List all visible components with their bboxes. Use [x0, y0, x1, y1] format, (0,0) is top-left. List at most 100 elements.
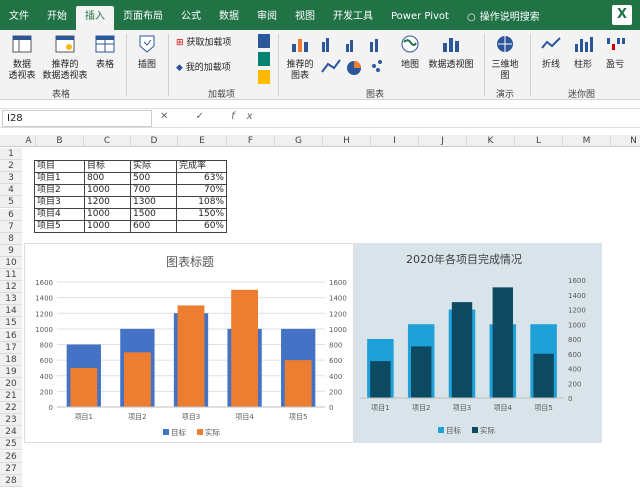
- table-cell[interactable]: 700: [130, 184, 177, 197]
- row-header[interactable]: 8: [0, 232, 22, 245]
- row-header[interactable]: 6: [0, 208, 22, 221]
- column-header[interactable]: F: [227, 135, 275, 147]
- row-header[interactable]: 16: [0, 329, 22, 342]
- function-icon[interactable]: ✕ ✓ fx: [160, 111, 265, 122]
- table-cell[interactable]: 项目3: [34, 196, 85, 209]
- chart-1[interactable]: 图表标题 0 0 200 200 400 400 600 600 800 800 1000 1000 12…: [24, 243, 354, 443]
- tab-insert[interactable]: 插入: [76, 6, 114, 30]
- row-header[interactable]: 4: [0, 184, 22, 197]
- table-cell[interactable]: 70%: [176, 184, 227, 197]
- row-header[interactable]: 20: [0, 377, 22, 390]
- row-header[interactable]: 12: [0, 281, 22, 294]
- table-cell[interactable]: 1200: [84, 196, 131, 209]
- row-header[interactable]: 22: [0, 402, 22, 415]
- worksheet[interactable]: ABCDEFGHIJKLMN 1 2 3 4 5 6 7 8 9 10 11 12 13 14 15 16 17…: [0, 135, 640, 493]
- table-cell[interactable]: 项目4: [34, 208, 85, 221]
- row-header[interactable]: 18: [0, 353, 22, 366]
- table-cell[interactable]: 500: [130, 172, 177, 185]
- illustrations-button[interactable]: 插图: [132, 34, 162, 71]
- sparkline-winloss-button[interactable]: 盈亏: [600, 34, 630, 71]
- row-header[interactable]: 2: [0, 160, 22, 173]
- column-header[interactable]: N: [611, 135, 640, 147]
- chart-type-gallery[interactable]: [320, 36, 392, 82]
- table-cell[interactable]: 1300: [130, 196, 177, 209]
- column-header[interactable]: J: [419, 135, 467, 147]
- row-header[interactable]: 26: [0, 450, 22, 463]
- tell-me-search[interactable]: ○ 操作说明搜索: [458, 6, 549, 30]
- column-header[interactable]: M: [563, 135, 611, 147]
- row-header[interactable]: 13: [0, 293, 22, 306]
- tab-data[interactable]: 数据: [210, 6, 248, 30]
- tab-formulas[interactable]: 公式: [172, 6, 210, 30]
- tab-home[interactable]: 开始: [38, 6, 76, 30]
- column-header[interactable]: L: [515, 135, 563, 147]
- row-header[interactable]: 3: [0, 172, 22, 185]
- tab-file[interactable]: 文件: [0, 6, 38, 30]
- row-header[interactable]: 23: [0, 414, 22, 427]
- row-header[interactable]: 1: [0, 148, 22, 160]
- row-header[interactable]: 9: [0, 244, 22, 257]
- table-header-cell[interactable]: 项目: [34, 160, 85, 173]
- table-header-cell[interactable]: 目标: [84, 160, 131, 173]
- x-tick-label: 项目2: [128, 413, 146, 421]
- row-header[interactable]: 7: [0, 220, 22, 233]
- column-header[interactable]: D: [131, 135, 178, 147]
- get-addins-button[interactable]: ⊞ 获取加载项: [176, 38, 256, 49]
- tab-developer[interactable]: 开发工具: [324, 6, 382, 30]
- table-cell[interactable]: 项目1: [34, 172, 85, 185]
- sparkline-column-button[interactable]: 柱形: [568, 34, 598, 71]
- column-header[interactable]: E: [178, 135, 227, 147]
- bing-icon[interactable]: [258, 52, 270, 66]
- row-header[interactable]: 11: [0, 269, 22, 281]
- tab-power-pivot[interactable]: Power Pivot: [382, 6, 458, 30]
- tab-view[interactable]: 视图: [286, 6, 324, 30]
- table-cell[interactable]: 1000: [84, 208, 131, 221]
- 3d-map-button[interactable]: 三维地图: [488, 34, 522, 82]
- pivot-table-button[interactable]: 数据 透视表: [4, 34, 40, 82]
- my-addins-button[interactable]: ◆ 我的加载项: [176, 63, 256, 74]
- row-header[interactable]: 25: [0, 438, 22, 451]
- column-header[interactable]: A: [22, 135, 36, 147]
- table-cell[interactable]: 150%: [176, 208, 227, 221]
- pivot-chart-button[interactable]: 数据透视图: [426, 34, 476, 71]
- people-graph-icon[interactable]: [258, 70, 270, 84]
- row-header[interactable]: 24: [0, 426, 22, 439]
- column-header[interactable]: H: [323, 135, 371, 147]
- column-header[interactable]: G: [275, 135, 323, 147]
- tab-page-layout[interactable]: 页面布局: [114, 6, 172, 30]
- map-chart-button[interactable]: 地图: [396, 34, 424, 71]
- row-header[interactable]: 5: [0, 196, 22, 209]
- table-button[interactable]: 表格: [90, 34, 120, 71]
- row-header[interactable]: 28: [0, 474, 22, 487]
- row-header[interactable]: 10: [0, 256, 22, 269]
- table-cell[interactable]: 60%: [176, 220, 227, 233]
- table-cell[interactable]: 1000: [84, 220, 131, 233]
- row-header[interactable]: 27: [0, 462, 22, 475]
- chart-2[interactable]: 2020年各项目完成情况 0 200 400 600 800 1000 1200 1400 160…: [354, 243, 602, 443]
- table-cell[interactable]: 1000: [84, 184, 131, 197]
- name-box[interactable]: I28: [2, 110, 152, 127]
- table-cell[interactable]: 项目5: [34, 220, 85, 233]
- visio-icon[interactable]: [258, 34, 270, 48]
- recommended-charts-button[interactable]: 推荐的 图表: [282, 34, 318, 82]
- table-cell[interactable]: 1500: [130, 208, 177, 221]
- table-header-cell[interactable]: 完成率: [176, 160, 227, 173]
- column-header[interactable]: C: [84, 135, 131, 147]
- table-cell[interactable]: 600: [130, 220, 177, 233]
- table-cell[interactable]: 108%: [176, 196, 227, 209]
- row-header[interactable]: 17: [0, 341, 22, 354]
- row-header[interactable]: 14: [0, 305, 22, 318]
- column-header[interactable]: I: [371, 135, 419, 147]
- table-cell[interactable]: 63%: [176, 172, 227, 185]
- column-header[interactable]: B: [36, 135, 84, 147]
- recommended-pivot-button[interactable]: 推荐的 数据透视表: [40, 34, 90, 82]
- row-header[interactable]: 21: [0, 390, 22, 402]
- table-header-cell[interactable]: 实际: [130, 160, 177, 173]
- tab-review[interactable]: 审阅: [248, 6, 286, 30]
- row-header[interactable]: 15: [0, 317, 22, 330]
- table-cell[interactable]: 项目2: [34, 184, 85, 197]
- column-header[interactable]: K: [467, 135, 515, 147]
- table-cell[interactable]: 800: [84, 172, 131, 185]
- sparkline-line-button[interactable]: 折线: [536, 34, 566, 71]
- row-header[interactable]: 19: [0, 365, 22, 378]
